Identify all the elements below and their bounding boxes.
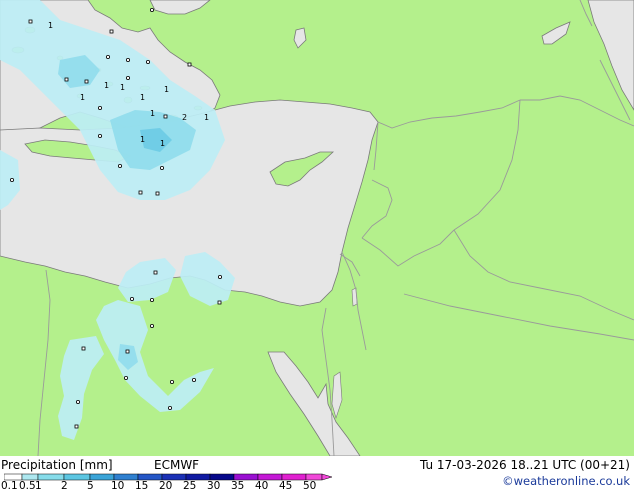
scale-tick-label: 50: [303, 480, 317, 492]
model-name: ECMWF: [154, 458, 200, 472]
credit-link[interactable]: ©weatheronline.co.uk: [502, 474, 630, 488]
precip-label: 1: [150, 109, 155, 118]
scale-arrow: [321, 473, 333, 481]
scale-tick-label: 0.1: [1, 480, 18, 492]
scale-tick-label: 35: [231, 480, 245, 492]
scale-tick-label: 20: [159, 480, 173, 492]
precip-label: 1: [204, 113, 209, 122]
precip-label: 1: [140, 93, 145, 102]
precip-label: 2: [182, 113, 187, 122]
scale-tick-label: 5: [87, 480, 94, 492]
scale-tick-label: 45: [279, 480, 293, 492]
map-footer: Precipitation [mm] ECMWF Tu 17-03-2026 1…: [0, 456, 634, 492]
product-title: Precipitation [mm]: [1, 458, 113, 472]
scale-tick-label: 1: [35, 480, 42, 492]
scale-tick-label: 40: [255, 480, 269, 492]
precipitation-map: 1 1 1 1 1 1 1 2 1 1 1: [0, 0, 634, 456]
forecast-datetime: Tu 17-03-2026 18..21 UTC (00+21): [419, 458, 630, 472]
scale-tick-label: 25: [183, 480, 197, 492]
precip-label: 1: [140, 135, 145, 144]
scale-tick-label: 10: [111, 480, 125, 492]
precip-label: 1: [120, 83, 125, 92]
precip-label: 1: [164, 85, 169, 94]
scale-tick-label: 0.5: [19, 480, 36, 492]
scale-tick-label: 15: [135, 480, 149, 492]
precip-label: 1: [80, 93, 85, 102]
precip-label: 1: [104, 81, 109, 90]
precip-label: 1: [160, 139, 165, 148]
scale-tick-label: 2: [61, 480, 68, 492]
precip-label: 1: [48, 21, 53, 30]
scale-tick-label: 30: [207, 480, 221, 492]
